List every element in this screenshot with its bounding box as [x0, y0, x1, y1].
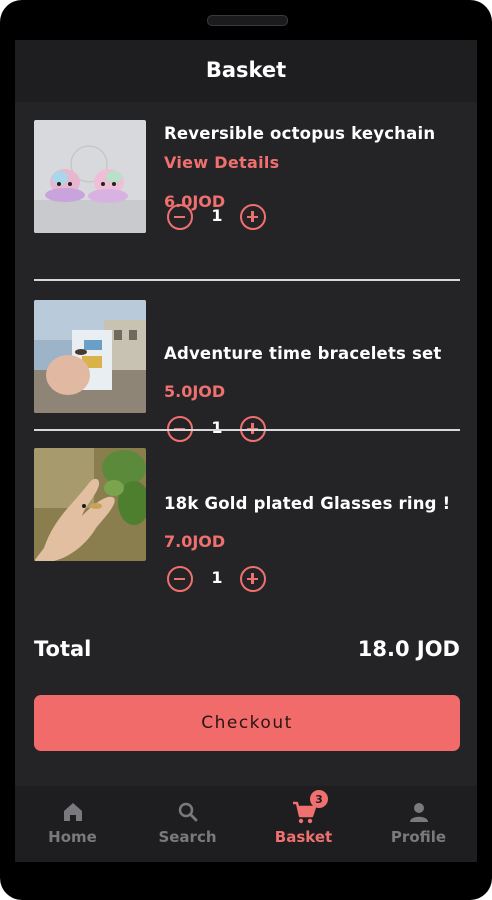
item-name: 18k Gold plated Glasses ring !: [164, 494, 451, 513]
profile-icon: [361, 800, 476, 826]
item-quantity: 1: [211, 206, 223, 225]
search-icon: [130, 800, 245, 826]
total-label: Total: [34, 637, 92, 661]
item-quantity: 1: [211, 568, 223, 587]
basket-item: Reversible octopus keychain View Details…: [15, 102, 477, 242]
total-value: 18.0 JOD: [357, 637, 460, 661]
phone-frame: Basket Reversible octopus keychain View …: [0, 0, 492, 900]
phone-speaker: [207, 15, 288, 26]
app-bar: Basket: [15, 40, 477, 102]
basket-item: 18k Gold plated Glasses ring ! 7.0JOD 1: [15, 402, 477, 592]
increase-quantity-button[interactable]: [240, 204, 266, 230]
nav-label: Home: [48, 828, 97, 846]
nav-item-search[interactable]: Search: [130, 786, 245, 862]
bottom-navigation: Home Search 3 Basket Profile: [15, 786, 477, 862]
item-name: Adventure time bracelets set: [164, 344, 442, 363]
nav-label: Basket: [274, 828, 333, 846]
product-image-ring[interactable]: [34, 448, 146, 561]
page-title: Basket: [205, 58, 287, 82]
view-details-link[interactable]: View Details: [164, 153, 279, 172]
nav-item-home[interactable]: Home: [15, 786, 130, 862]
product-image-bracelets[interactable]: [34, 300, 146, 413]
nav-label: Profile: [390, 828, 447, 846]
checkout-button[interactable]: Checkout: [34, 695, 460, 751]
app-screen: Basket Reversible octopus keychain View …: [15, 40, 477, 862]
decrease-quantity-button[interactable]: [167, 566, 193, 592]
decrease-quantity-button[interactable]: [167, 204, 193, 230]
item-price: 7.0JOD: [164, 532, 226, 551]
home-icon: [15, 800, 130, 826]
item-name: Reversible octopus keychain: [164, 124, 436, 143]
cart-count-badge: 3: [310, 790, 328, 808]
nav-label: Search: [158, 828, 217, 846]
nav-item-basket[interactable]: 3 Basket: [246, 786, 361, 862]
nav-item-profile[interactable]: Profile: [361, 786, 476, 862]
product-image-octopus[interactable]: [34, 120, 146, 233]
increase-quantity-button[interactable]: [240, 566, 266, 592]
basket-item: Adventure time bracelets set 5.0JOD 1: [15, 252, 477, 442]
item-price: 5.0JOD: [164, 382, 226, 401]
cart-icon: [246, 800, 361, 826]
